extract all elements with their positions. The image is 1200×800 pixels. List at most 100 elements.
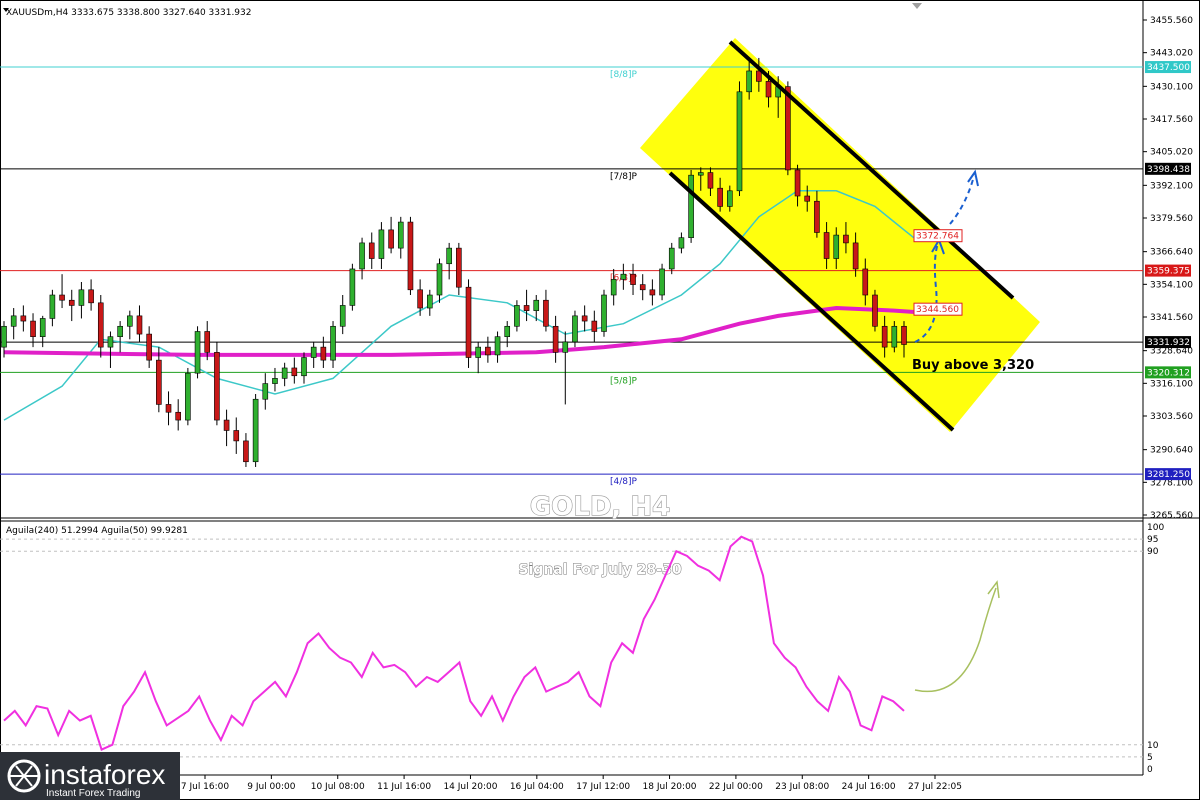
buy-label: Buy above 3,320	[912, 358, 1034, 373]
candle-body	[785, 86, 791, 171]
candle-body	[88, 289, 94, 304]
candle-body	[397, 221, 404, 249]
osc-scale-label: 0	[1147, 765, 1153, 775]
price-tick-label: 3417.560	[1150, 115, 1193, 125]
candle-body	[456, 247, 462, 288]
level-label: [8/8]P	[610, 70, 638, 80]
time-tick-label: 24 Jul 16:00	[842, 782, 896, 792]
level-label: [4/8]P	[610, 477, 638, 487]
candle-body	[736, 91, 743, 192]
candle-body	[252, 398, 259, 463]
candle-body	[320, 346, 327, 361]
candle-body	[610, 279, 617, 296]
candle-body	[156, 359, 162, 405]
candle-body	[368, 242, 375, 259]
time-tick-label: 11 Jul 16:00	[377, 782, 431, 792]
candle-body	[697, 172, 704, 176]
price-tick-label: 3430.100	[1150, 82, 1193, 92]
time-tick-label: 23 Jul 08:00	[775, 782, 829, 792]
candle-body	[136, 315, 143, 335]
candle-body	[639, 284, 646, 291]
osc-scale-label: 95	[1147, 535, 1158, 545]
candle-body	[378, 229, 385, 259]
candle-body	[562, 341, 569, 353]
candle-body	[233, 430, 240, 442]
time-tick-label: 17 Jul 12:00	[576, 782, 630, 792]
candle-body	[49, 294, 56, 319]
signal-label: Signal For July 28-30	[518, 562, 681, 578]
candle-body	[891, 325, 898, 348]
candle-body	[223, 419, 230, 431]
candle-body	[765, 81, 772, 98]
candle-body	[417, 289, 423, 309]
candle-body	[746, 70, 752, 93]
candle-body	[204, 331, 211, 353]
candle-body	[872, 294, 878, 327]
candle-body	[281, 367, 288, 379]
candle-body	[523, 305, 530, 311]
candle-body	[504, 325, 511, 337]
price-tag-label: 3281.250	[1147, 470, 1190, 480]
candle-body	[243, 440, 249, 463]
candle-body	[407, 221, 414, 291]
price-tick-label: 3290.640	[1150, 446, 1193, 456]
price-tag-label: 3331.932	[1147, 338, 1190, 348]
candle-body	[78, 289, 85, 306]
candle-body	[678, 237, 685, 249]
candle-body	[862, 268, 869, 296]
candle-body	[601, 294, 607, 332]
price-tick-label: 3366.640	[1150, 248, 1193, 258]
price-tag-label: 3398.438	[1147, 165, 1190, 175]
candle-body	[649, 289, 656, 296]
candle-body	[30, 320, 36, 337]
candle-body	[310, 346, 317, 358]
candle-body	[794, 169, 801, 197]
time-tick-label: 9 Jul 00:00	[247, 782, 296, 792]
candle-body	[194, 331, 201, 374]
price-tick-label: 3354.100	[1150, 280, 1193, 290]
candle-body	[1, 325, 7, 348]
candle-body	[756, 70, 762, 82]
price-tag-label: 3320.312	[1147, 368, 1190, 378]
candle-body	[97, 302, 104, 348]
indicator-header: Aguila(240) 51.2994 Aguila(50) 99.9281	[6, 526, 188, 536]
price-tick-label: 3265.560	[1150, 511, 1193, 521]
logo-wordmark: instaforex	[44, 759, 165, 790]
candle-body	[852, 242, 859, 270]
time-tick-label: 7 Jul 16:00	[181, 782, 230, 792]
candle-body	[339, 305, 346, 327]
level-label: [5/8]P	[610, 376, 638, 386]
price-tick-label: 3379.560	[1150, 214, 1193, 224]
candle-body	[330, 325, 336, 361]
candle-body	[20, 315, 27, 322]
candle-body	[10, 315, 17, 327]
candle-body	[127, 315, 133, 327]
price-tick-label: 3303.560	[1150, 412, 1193, 422]
price-tick-label: 3341.560	[1150, 313, 1193, 323]
candle-body	[620, 273, 627, 280]
candle-body	[843, 234, 849, 244]
candle-body	[349, 268, 356, 306]
price-tick-label: 3316.100	[1150, 379, 1193, 389]
candle-body	[572, 315, 578, 343]
candle-body	[39, 318, 46, 337]
candle-body	[436, 263, 443, 296]
candle-body	[533, 299, 540, 311]
candle-body	[543, 299, 549, 327]
candle-body	[262, 383, 269, 400]
candle-body	[688, 174, 694, 238]
osc-scale-label: 100	[1147, 523, 1164, 533]
candle-body	[427, 294, 433, 309]
candle-body	[552, 325, 559, 353]
candle-body	[668, 247, 675, 270]
candle-body	[175, 411, 181, 421]
candle-body	[359, 242, 365, 270]
candle-body	[727, 190, 733, 207]
candle-body	[117, 325, 123, 337]
candle-body	[146, 333, 152, 361]
price-tick-label: 3405.020	[1150, 148, 1193, 158]
candle-body	[823, 232, 830, 259]
chart-watermark: GOLD, H4	[530, 492, 670, 522]
ma-value-label: 3344.560	[916, 305, 959, 315]
candle-body	[881, 325, 888, 348]
